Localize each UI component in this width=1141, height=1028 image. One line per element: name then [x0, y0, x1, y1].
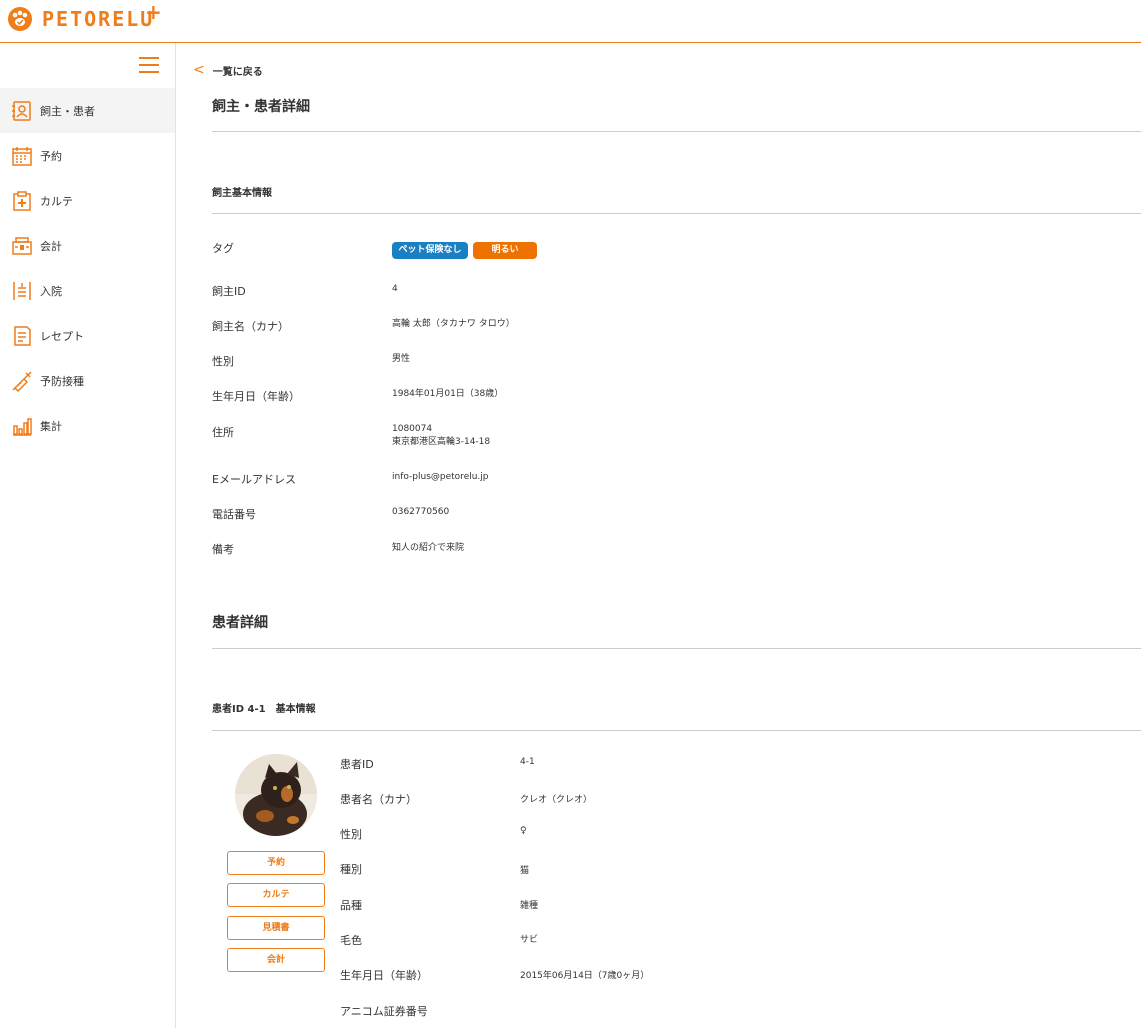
bar-chart-icon: [13, 417, 32, 436]
owner-value-postal: 1080074: [392, 424, 433, 434]
patient-value-name: クレオ（クレオ）: [520, 795, 593, 805]
owner-label-name: 飼主名（カナ）: [212, 320, 289, 333]
owner-value-note: 知人の紹介で来院: [392, 543, 465, 553]
chevron-left-icon: <: [193, 62, 205, 78]
patient-label-anicom-number: アニコム証券番号: [340, 1005, 428, 1018]
sidebar-item-label: 飼主・患者: [40, 104, 95, 118]
owner-label-gender: 性別: [212, 355, 234, 368]
patient-chart-button[interactable]: カルテ: [227, 883, 325, 907]
calendar-icon: [12, 146, 32, 166]
patient-value-gender: ♀: [520, 826, 527, 836]
syringe-icon: [12, 370, 32, 392]
owner-value-name: 高輪 太郎（タカナワ タロウ）: [392, 319, 515, 329]
patient-accounting-button[interactable]: 会計: [227, 948, 325, 972]
sidebar-item-reservation[interactable]: 予約: [0, 133, 175, 178]
divider: [212, 213, 1141, 214]
patient-label-species: 種別: [340, 863, 362, 876]
hamburger-menu-icon[interactable]: [139, 57, 161, 75]
sidebar-item-receipt[interactable]: レセプト: [0, 313, 175, 358]
owner-label-tag: タグ: [212, 242, 234, 255]
logo-text: PETORELU: [42, 7, 155, 31]
owner-label-id: 飼主ID: [212, 285, 246, 298]
sidebar-item-label: 予防接種: [40, 374, 84, 388]
sidebar-item-owner-patient[interactable]: 飼主・患者: [0, 88, 175, 133]
sidebar: 飼主・患者 予約 カルテ 会計 入院 レセプト 予防接種 集計: [0, 43, 176, 1028]
tag-badge[interactable]: 明るい: [473, 242, 537, 259]
owner-label-email: Eメールアドレス: [212, 473, 296, 486]
sidebar-item-hospitalization[interactable]: 入院: [0, 268, 175, 313]
owner-label-note: 備考: [212, 543, 234, 556]
sidebar-item-label: 会計: [40, 239, 62, 253]
patient-label-id: 患者ID: [340, 758, 374, 771]
patient-section-title: 患者詳細: [212, 615, 268, 631]
owner-value-email: info-plus@petorelu.jp: [392, 472, 489, 482]
divider: [212, 730, 1141, 731]
back-to-list-link[interactable]: < 一覧に戻る: [193, 62, 263, 78]
owner-label-phone: 電話番号: [212, 508, 256, 521]
sidebar-item-statistics[interactable]: 集計: [0, 403, 175, 448]
patient-label-breed: 品種: [340, 899, 362, 912]
patient-value-species: 猫: [520, 866, 530, 876]
owner-label-address: 住所: [212, 426, 234, 439]
sidebar-item-accounting[interactable]: 会計: [0, 223, 175, 268]
sidebar-item-label: 予約: [40, 149, 62, 163]
owner-value-address: 東京都港区高輪3-14-18: [392, 437, 491, 447]
sidebar-item-chart[interactable]: カルテ: [0, 178, 175, 223]
logo[interactable]: PETORELU: [7, 6, 154, 32]
sidebar-item-label: カルテ: [40, 194, 73, 208]
paw-logo-icon: [8, 7, 32, 31]
patient-label-coat-color: 毛色: [340, 934, 362, 947]
owner-value-phone: 0362770560: [392, 507, 450, 517]
patient-value-coat-color: サビ: [520, 935, 539, 945]
patient-estimate-button[interactable]: 見積書: [227, 916, 325, 940]
cat-photo-icon: [235, 754, 317, 836]
sidebar-item-vaccination[interactable]: 予防接種: [0, 358, 175, 403]
patient-avatar: [235, 754, 317, 836]
sidebar-item-label: レセプト: [40, 329, 84, 343]
app-header: PETORELU +: [0, 0, 1141, 43]
divider: [212, 648, 1141, 649]
patient-value-breed: 雑種: [520, 901, 539, 911]
tag-badge[interactable]: ペット保険なし: [392, 242, 468, 259]
owner-label-birthdate: 生年月日（年齢）: [212, 390, 300, 403]
page-title: 飼主・患者詳細: [212, 99, 310, 115]
patient-label-name: 患者名（カナ）: [340, 793, 417, 806]
sidebar-nav: 飼主・患者 予約 カルテ 会計 入院 レセプト 予防接種 集計: [0, 88, 175, 448]
back-label: 一覧に戻る: [212, 66, 263, 78]
main-content: < 一覧に戻る 飼主・患者詳細 飼主基本情報 タグ ペット保険なし 明るい 飼主…: [176, 43, 1141, 1028]
logo-plus: +: [145, 0, 162, 24]
divider: [212, 131, 1141, 132]
hospitalization-icon: [13, 281, 31, 300]
patient-value-birthdate: 2015年06月14日（7歳0ヶ月）: [520, 971, 650, 981]
owner-section-title: 飼主基本情報: [212, 188, 272, 199]
owner-value-birthdate: 1984年01月01日（38歳）: [392, 389, 504, 399]
owner-patient-icon: [12, 100, 31, 121]
patient-value-id: 4-1: [520, 757, 535, 767]
register-icon: [12, 236, 32, 255]
receipt-icon: [14, 325, 31, 346]
patient-label-birthdate: 生年月日（年齢）: [340, 969, 428, 982]
medical-chart-icon: [13, 190, 31, 211]
owner-value-gender: 男性: [392, 354, 411, 364]
sidebar-item-label: 集計: [40, 419, 62, 433]
patient-sub-title: 患者ID 4-1 基本情報: [212, 704, 316, 715]
owner-value-id: 4: [392, 284, 398, 294]
patient-reservation-button[interactable]: 予約: [227, 851, 325, 875]
sidebar-item-label: 入院: [40, 284, 62, 298]
patient-label-gender: 性別: [340, 828, 362, 841]
